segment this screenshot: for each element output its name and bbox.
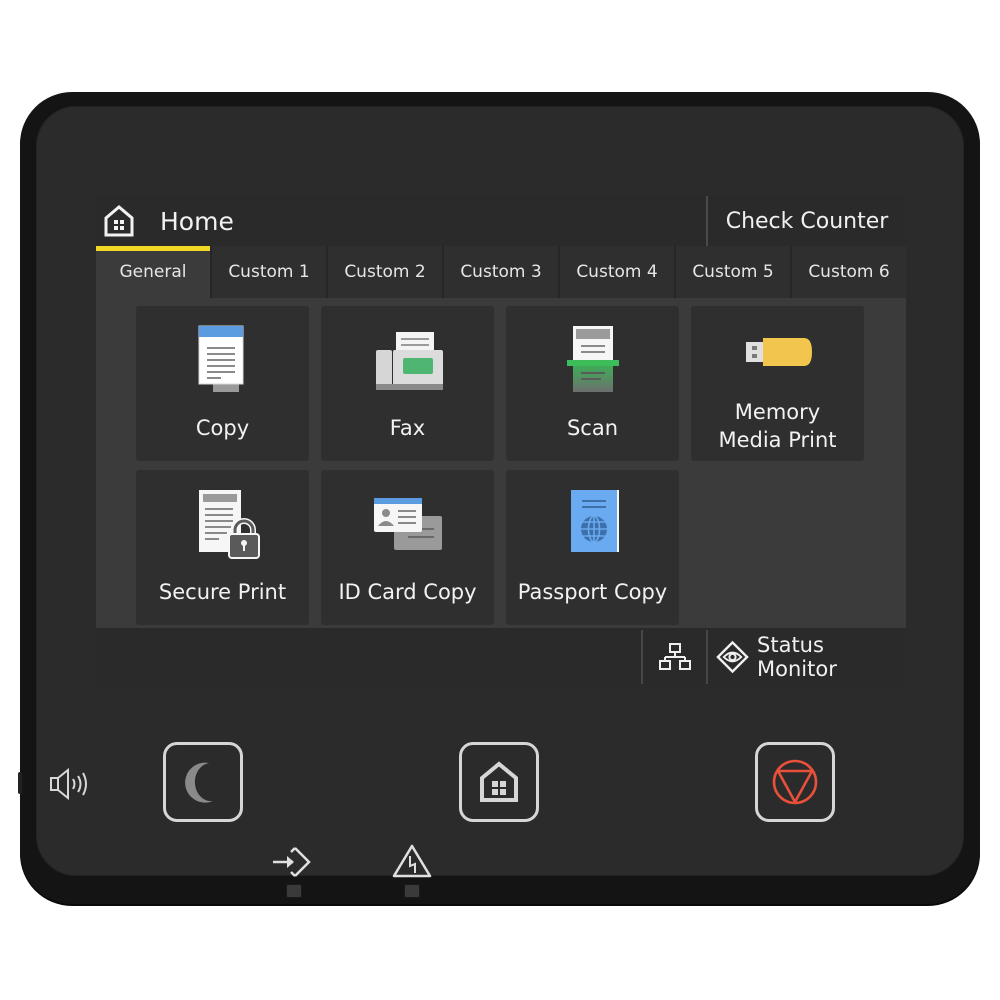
- passport-copy-tile[interactable]: Passport Copy: [506, 470, 679, 625]
- tab-bar: General Custom 1 Custom 2 Custom 3 Custo…: [96, 246, 906, 298]
- header-bar: Home Check Counter: [96, 196, 906, 246]
- fax-icon: [375, 332, 443, 390]
- id-card-copy-label: ID Card Copy: [338, 580, 477, 604]
- tab-custom-6[interactable]: Custom 6: [792, 246, 906, 298]
- usb-memory-icon: [745, 338, 812, 366]
- memory-media-print-label-line1: Memory: [734, 400, 821, 424]
- eye-diamond-icon: [716, 640, 749, 674]
- scan-tile[interactable]: Scan: [506, 306, 679, 461]
- memory-media-print-label-line2: Media Print: [718, 428, 837, 452]
- data-led: [286, 884, 302, 898]
- function-grid: Copy Fax Scan Memory Media Print Secure …: [96, 298, 906, 628]
- id-card-copy-tile[interactable]: ID Card Copy: [321, 470, 494, 625]
- tab-custom-2[interactable]: Custom 2: [328, 246, 444, 298]
- side-notch: [18, 772, 22, 794]
- fax-label: Fax: [389, 416, 426, 440]
- secure-print-label: Secure Print: [158, 580, 287, 604]
- passport-copy-label: Passport Copy: [517, 580, 668, 604]
- tab-general[interactable]: General: [96, 246, 212, 298]
- page-title: Home: [160, 206, 234, 236]
- secure-print-icon: [198, 490, 260, 559]
- copy-icon: [198, 325, 243, 392]
- copy-label: Copy: [195, 416, 250, 440]
- stop-icon: [772, 759, 818, 805]
- stop-button[interactable]: [755, 742, 835, 822]
- status-monitor-label: Status Monitor: [757, 633, 837, 681]
- memory-media-print-tile[interactable]: Memory Media Print: [691, 306, 864, 461]
- network-icon: [659, 643, 691, 670]
- moon-icon: [185, 762, 213, 803]
- passport-icon: [570, 490, 619, 552]
- scan-label: Scan: [566, 416, 619, 440]
- tab-custom-1[interactable]: Custom 1: [212, 246, 328, 298]
- copy-tile[interactable]: Copy: [136, 306, 309, 461]
- home-icon: [104, 205, 134, 237]
- secure-print-tile[interactable]: Secure Print: [136, 470, 309, 625]
- footer-bar: Status Monitor: [96, 628, 906, 686]
- network-button[interactable]: [641, 630, 707, 684]
- status-monitor-button[interactable]: Status Monitor: [706, 630, 906, 684]
- error-led: [404, 884, 420, 898]
- home-hardware-button[interactable]: [459, 742, 539, 822]
- tab-custom-3[interactable]: Custom 3: [444, 246, 560, 298]
- speaker-icon: [50, 767, 87, 801]
- memory-media-print-label: Memory Media Print: [691, 398, 864, 454]
- home-title: Home: [102, 200, 234, 242]
- scan-icon: [566, 326, 619, 392]
- id-card-icon: [373, 498, 442, 550]
- data-in-icon: [273, 847, 311, 877]
- fax-tile[interactable]: Fax: [321, 306, 494, 461]
- sleep-button[interactable]: [163, 742, 243, 822]
- home-icon: [480, 761, 518, 802]
- check-counter-button[interactable]: Check Counter: [706, 196, 906, 246]
- tab-custom-4[interactable]: Custom 4: [560, 246, 676, 298]
- touch-screen: Home Check Counter General Custom 1 Cust…: [96, 196, 906, 686]
- warning-icon: [392, 844, 432, 878]
- tab-custom-5[interactable]: Custom 5: [676, 246, 792, 298]
